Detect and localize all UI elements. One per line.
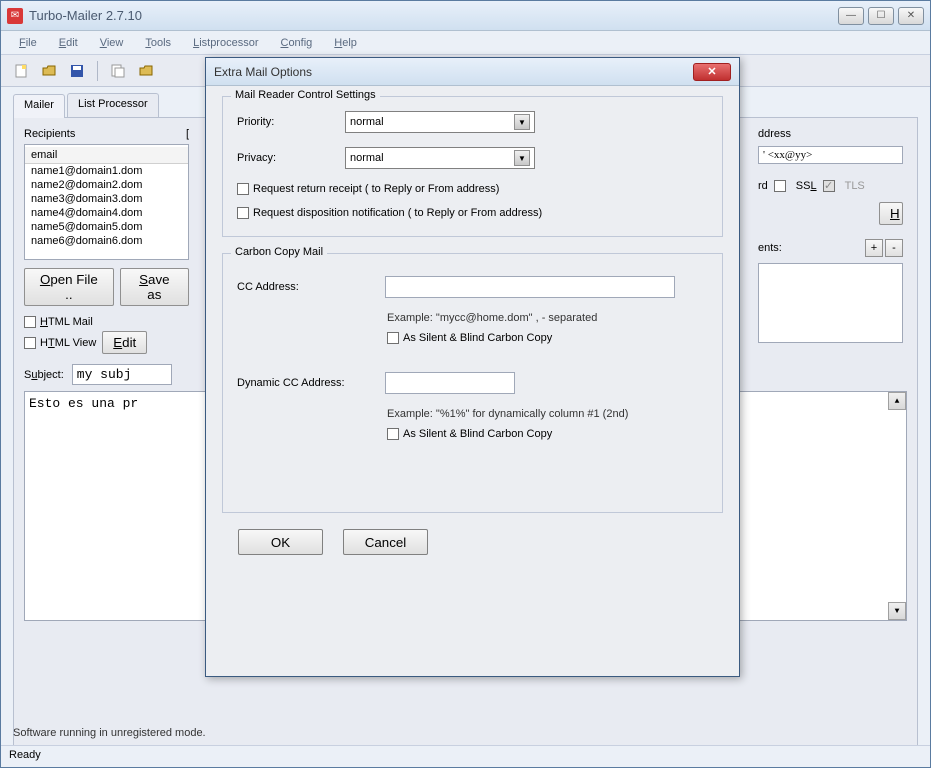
close-button[interactable]: ✕ xyxy=(898,7,924,25)
privacy-label: Privacy: xyxy=(237,152,337,164)
titlebar: ✉ Turbo-Mailer 2.7.10 — ☐ ✕ xyxy=(1,1,930,31)
group-title: Mail Reader Control Settings xyxy=(231,89,380,101)
minimize-button[interactable]: — xyxy=(838,7,864,25)
h-button[interactable]: H xyxy=(879,202,903,225)
save-as-button[interactable]: Save as xyxy=(120,268,189,306)
tls-label: TLS xyxy=(845,180,865,192)
dyncc-label: Dynamic CC Address: xyxy=(237,377,377,389)
attachments-list[interactable] xyxy=(758,263,903,343)
list-item[interactable]: name5@domain5.dom xyxy=(25,220,188,234)
remove-attachment-button[interactable]: - xyxy=(885,239,903,257)
menu-config[interactable]: Config xyxy=(270,34,322,52)
return-receipt-label: Request return receipt ( to Reply or Fro… xyxy=(253,183,499,195)
open-file-button[interactable]: Open File .. xyxy=(24,268,114,306)
group-title: Carbon Copy Mail xyxy=(231,246,327,258)
subject-input[interactable] xyxy=(72,364,172,385)
carbon-copy-group: Carbon Copy Mail CC Address: Example: "m… xyxy=(222,253,723,513)
app-icon: ✉ xyxy=(7,8,23,24)
copy-icon[interactable] xyxy=(108,61,128,81)
dyncc-silent-label: As Silent & Blind Carbon Copy xyxy=(403,428,552,440)
cc-silent-label: As Silent & Blind Carbon Copy xyxy=(403,332,552,344)
list-item[interactable]: name4@domain4.dom xyxy=(25,206,188,220)
ssl-checkbox[interactable] xyxy=(774,180,786,192)
disposition-checkbox[interactable] xyxy=(237,207,249,219)
menu-view[interactable]: View xyxy=(90,34,134,52)
menu-edit[interactable]: Edit xyxy=(49,34,88,52)
html-view-label: HTML View xyxy=(40,337,96,349)
subject-label: Subject: xyxy=(24,369,64,381)
right-column: ddress ' <xx@yy> rd SSL ✓ TLS H ents: + … xyxy=(758,128,903,343)
cancel-button[interactable]: Cancel xyxy=(343,529,428,555)
scroll-down-icon[interactable]: ▼ xyxy=(888,602,906,620)
dialog-title: Extra Mail Options xyxy=(214,65,693,79)
edit-button[interactable]: Edit xyxy=(102,331,147,354)
recipients-bracket: [ xyxy=(186,128,189,140)
cc-silent-checkbox[interactable] xyxy=(387,332,399,344)
menubar: File Edit View Tools Listprocessor Confi… xyxy=(1,31,930,55)
priority-select[interactable]: normal ▼ xyxy=(345,111,535,133)
html-view-checkbox[interactable] xyxy=(24,337,36,349)
ssl-label: SSL xyxy=(796,180,817,192)
open2-icon[interactable] xyxy=(136,61,156,81)
add-attachment-button[interactable]: + xyxy=(865,239,883,257)
statusbar: Ready xyxy=(1,745,930,767)
email-column-header[interactable]: email xyxy=(25,147,188,164)
dyncc-silent-checkbox[interactable] xyxy=(387,428,399,440)
address-label-partial: ddress xyxy=(758,128,903,140)
list-item[interactable]: name6@domain6.dom xyxy=(25,234,188,248)
extra-mail-options-dialog: Extra Mail Options ✕ Mail Reader Control… xyxy=(205,57,740,677)
return-receipt-checkbox[interactable] xyxy=(237,183,249,195)
chevron-down-icon: ▼ xyxy=(514,114,530,130)
save-icon[interactable] xyxy=(67,61,87,81)
window-title: Turbo-Mailer 2.7.10 xyxy=(29,8,838,23)
cc-address-label: CC Address: xyxy=(237,281,377,293)
chevron-down-icon: ▼ xyxy=(514,150,530,166)
list-item[interactable]: name1@domain1.dom xyxy=(25,164,188,178)
email-list[interactable]: email name1@domain1.dom name2@domain2.do… xyxy=(24,144,189,260)
priority-label: Priority: xyxy=(237,116,337,128)
tab-listprocessor[interactable]: List Processor xyxy=(67,93,159,117)
menu-help[interactable]: Help xyxy=(324,34,367,52)
sender-hint[interactable]: ' <xx@yy> xyxy=(758,146,903,164)
recipients-label: Recipients xyxy=(24,128,75,140)
html-mail-checkbox[interactable] xyxy=(24,316,36,328)
dialog-close-button[interactable]: ✕ xyxy=(693,63,731,81)
cc-example: Example: "mycc@home.dom" , - separated xyxy=(387,312,708,324)
dyncc-input[interactable] xyxy=(385,372,515,394)
dialog-titlebar: Extra Mail Options ✕ xyxy=(206,58,739,86)
disposition-label: Request disposition notification ( to Re… xyxy=(253,207,542,219)
privacy-select[interactable]: normal ▼ xyxy=(345,147,535,169)
menu-tools[interactable]: Tools xyxy=(135,34,181,52)
scroll-up-icon[interactable]: ▲ xyxy=(888,392,906,410)
menu-listprocessor[interactable]: Listprocessor xyxy=(183,34,268,52)
tls-checkbox[interactable]: ✓ xyxy=(823,180,835,192)
menu-file[interactable]: File xyxy=(9,34,47,52)
cc-address-input[interactable] xyxy=(385,276,675,298)
footer-text: Software running in unregistered mode. xyxy=(13,727,206,739)
rd-label: rd xyxy=(758,180,768,192)
attachments-label-partial: ents: xyxy=(758,242,782,254)
dyncc-example: Example: "%1%" for dynamically column #1… xyxy=(387,408,708,420)
html-mail-label: HTML Mail xyxy=(40,316,93,328)
list-item[interactable]: name3@domain3.dom xyxy=(25,192,188,206)
tab-mailer[interactable]: Mailer xyxy=(13,94,65,118)
new-icon[interactable] xyxy=(11,61,31,81)
mail-reader-settings-group: Mail Reader Control Settings Priority: n… xyxy=(222,96,723,237)
list-item[interactable]: name2@domain2.dom xyxy=(25,178,188,192)
maximize-button[interactable]: ☐ xyxy=(868,7,894,25)
open-icon[interactable] xyxy=(39,61,59,81)
ok-button[interactable]: OK xyxy=(238,529,323,555)
